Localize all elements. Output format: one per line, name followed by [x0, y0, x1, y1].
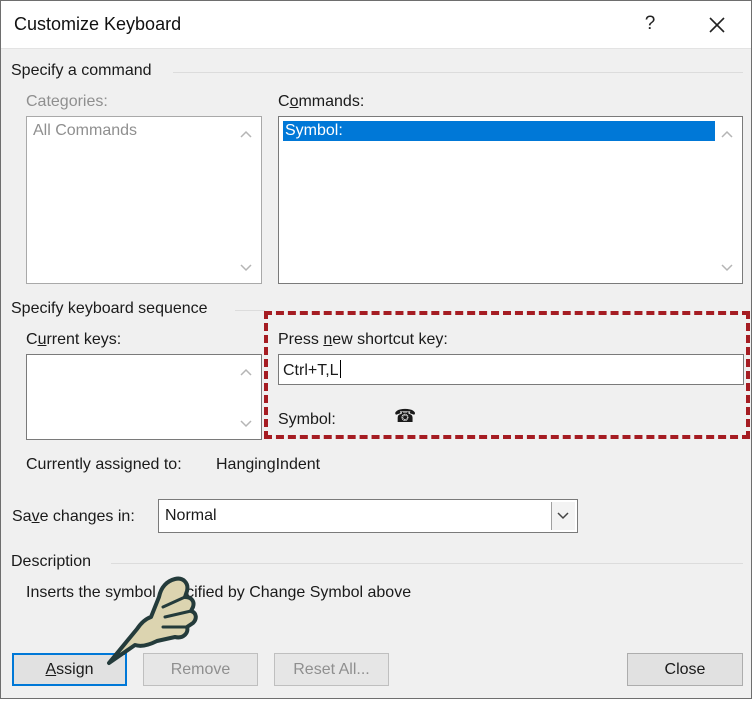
- new-shortcut-input[interactable]: Ctrl+T,L: [278, 354, 744, 385]
- scroll-up-icon[interactable]: [720, 129, 734, 139]
- list-item[interactable]: Symbol:: [283, 121, 715, 141]
- scroll-up-icon[interactable]: [239, 367, 253, 377]
- categories-label: Categories:: [26, 93, 108, 110]
- current-keys-listbox[interactable]: [26, 354, 262, 440]
- commands-label: Commands:: [278, 93, 365, 110]
- description-text: Inserts the symbol specified by Change S…: [26, 584, 412, 601]
- close-icon: [709, 17, 725, 33]
- title-bar: Customize Keyboard ?: [1, 1, 751, 49]
- specify-command-heading: Specify a command: [11, 62, 152, 79]
- dropdown-button[interactable]: [551, 502, 575, 530]
- close-button[interactable]: Close: [627, 653, 743, 686]
- section-divider: [235, 310, 265, 311]
- shortcut-value: Ctrl+T,L: [283, 362, 339, 379]
- save-changes-dropdown[interactable]: Normal: [158, 499, 578, 533]
- current-keys-label: Current keys:: [26, 331, 122, 348]
- save-changes-label: Save changes in:: [12, 508, 135, 525]
- description-heading: Description: [11, 553, 92, 570]
- currently-assigned-value: HangingIndent: [216, 456, 321, 473]
- currently-assigned-label: Currently assigned to:: [26, 456, 182, 473]
- scroll-down-icon[interactable]: [720, 263, 734, 273]
- scroll-down-icon[interactable]: [239, 419, 253, 429]
- scroll-up-icon[interactable]: [239, 129, 253, 139]
- symbol-label: Symbol:: [278, 411, 336, 428]
- categories-listbox[interactable]: All Commands: [26, 116, 262, 284]
- symbol-preview: ☎: [394, 406, 417, 427]
- pointing-hand-icon: [107, 576, 198, 665]
- chevron-down-icon: [557, 512, 569, 520]
- text-caret: [339, 360, 341, 378]
- save-changes-value: Normal: [165, 507, 217, 524]
- section-divider: [173, 72, 743, 73]
- reset-all-button[interactable]: Reset All...: [274, 653, 389, 686]
- customize-keyboard-dialog: Customize Keyboard ? Specify a command C…: [0, 0, 752, 699]
- press-new-shortcut-label: Press new shortcut key:: [278, 331, 448, 348]
- close-window-button[interactable]: [701, 9, 733, 41]
- list-item[interactable]: All Commands: [31, 121, 137, 141]
- help-button[interactable]: ?: [637, 10, 663, 38]
- keyboard-sequence-heading: Specify keyboard sequence: [11, 300, 208, 317]
- section-divider: [111, 563, 743, 564]
- dialog-title: Customize Keyboard: [14, 14, 182, 34]
- commands-listbox[interactable]: Symbol:: [278, 116, 743, 284]
- scroll-down-icon[interactable]: [239, 263, 253, 273]
